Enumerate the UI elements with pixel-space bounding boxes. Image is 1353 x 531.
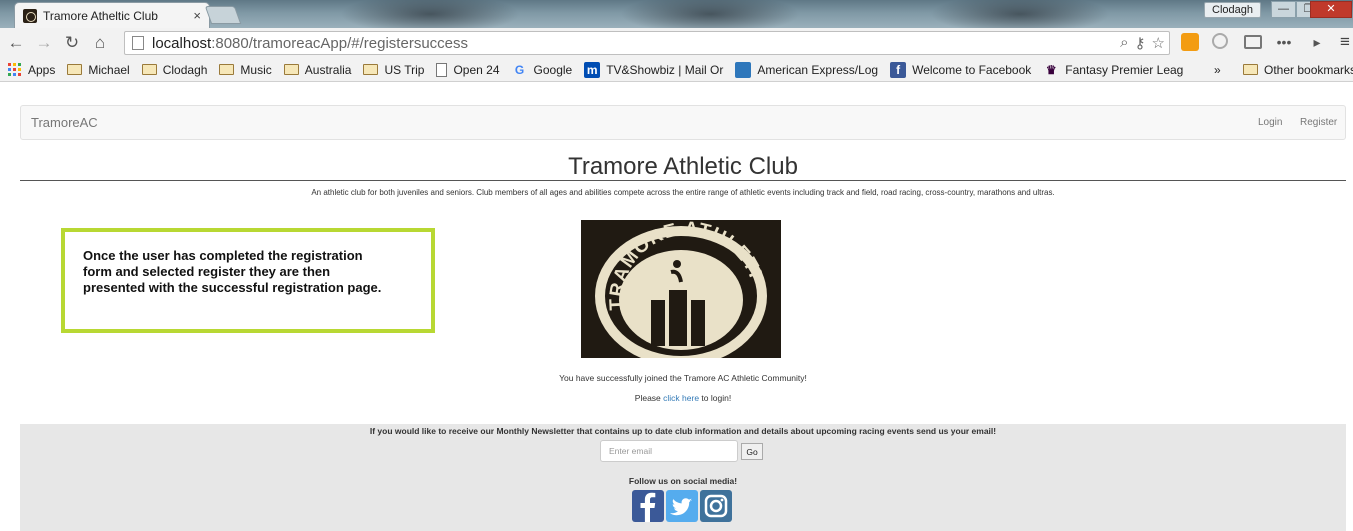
- tab-close-icon[interactable]: ×: [193, 8, 201, 23]
- bookmark-label: Google: [533, 62, 573, 77]
- bookmark-label: Apps: [28, 62, 56, 77]
- go-button[interactable]: Go: [741, 443, 763, 460]
- bookmark-label: Other bookmarks: [1264, 62, 1353, 77]
- folder-icon: [219, 64, 235, 75]
- mail-online-icon: m: [584, 61, 601, 78]
- browser-tab[interactable]: Tramore Atheltic Club ×: [14, 2, 210, 28]
- home-button[interactable]: ⌂: [88, 31, 112, 55]
- club-logo: TRAMORE ATHLETIC CLUB: [581, 220, 781, 358]
- google-icon: G: [514, 62, 525, 77]
- browser-toolbar: ← → ↻ ⌂ localhost:8080/tramoreacApp/#/re…: [0, 28, 1353, 58]
- register-link[interactable]: Register: [1300, 117, 1337, 128]
- bookmark-open-24[interactable]: Open 24: [436, 62, 500, 77]
- bookmark-mail-online[interactable]: m TV&Showbiz | Mail Or: [584, 61, 724, 78]
- bookmark-label: American Express/Log: [757, 62, 879, 77]
- bookmark-label: US Trip: [384, 62, 425, 77]
- page-title: Tramore Athletic Club: [568, 153, 798, 180]
- bookmark-google[interactable]: G Google: [512, 62, 573, 78]
- zoom-icon[interactable]: ⌕: [1120, 34, 1128, 52]
- tab-title: Tramore Atheltic Club: [43, 8, 158, 23]
- cast-icon[interactable]: [1244, 35, 1262, 49]
- login-link[interactable]: Login: [1258, 117, 1282, 128]
- bookmark-us-trip[interactable]: US Trip: [363, 63, 424, 77]
- bookmark-label: Michael: [88, 62, 130, 77]
- url-text: localhost:8080/tramoreacApp/#/registersu…: [152, 35, 468, 52]
- login-suffix: to login!: [699, 393, 732, 403]
- annotation-text: Once the user has completed the registra…: [83, 248, 382, 295]
- url-host: localhost: [152, 34, 212, 52]
- media-icon[interactable]: ▸: [1308, 33, 1326, 51]
- login-prompt: Please click here to login!: [0, 393, 1353, 403]
- success-message: You have successfully joined the Tramore…: [559, 373, 807, 383]
- background-decoration: [620, 0, 800, 28]
- forward-button[interactable]: →: [32, 31, 56, 55]
- folder-icon: [1243, 64, 1258, 75]
- facebook-icon[interactable]: [632, 490, 664, 522]
- page-icon: [132, 36, 144, 50]
- site-footer: If you would like to receive our Monthly…: [20, 424, 1346, 531]
- bookmark-clodagh[interactable]: Clodagh: [141, 62, 208, 77]
- extension-icon[interactable]: [1181, 33, 1199, 51]
- window-titlebar: Tramore Atheltic Club × Clodagh — ❐ ✕: [0, 0, 1353, 28]
- extension-circle-icon[interactable]: [1212, 33, 1228, 49]
- bookmark-facebook[interactable]: f Welcome to Facebook: [890, 61, 1032, 78]
- bookmarks-bar: Apps Michael Clodagh Music Australia US …: [0, 58, 1353, 82]
- annotation-callout: Once the user has completed the registra…: [61, 228, 435, 333]
- email-input[interactable]: [600, 440, 738, 462]
- amex-icon: [735, 61, 752, 78]
- page-icon: [436, 62, 448, 77]
- bookmark-label: Clodagh: [162, 62, 208, 77]
- address-bar[interactable]: localhost:8080/tramoreacApp/#/registersu…: [124, 31, 1170, 55]
- instagram-icon[interactable]: [700, 490, 732, 522]
- site-navbar: TramoreAC Login Register: [20, 105, 1346, 140]
- bookmark-other[interactable]: Other bookmarks: [1243, 63, 1353, 77]
- browser-menu-icon[interactable]: ≡: [1336, 33, 1353, 51]
- bookmark-fantasy-premier[interactable]: ♛ Fantasy Premier Leag: [1043, 62, 1183, 78]
- apps-grid-icon: [8, 62, 22, 77]
- facebook-icon: f: [890, 61, 907, 78]
- bookmark-amex[interactable]: American Express/Log: [735, 61, 879, 78]
- folder-icon: [363, 64, 379, 75]
- url-path: :8080/tramoreacApp/#/registersuccess: [211, 34, 468, 52]
- folder-icon: [283, 64, 299, 75]
- page-content: TramoreAC Login Register Tramore Athleti…: [0, 83, 1353, 531]
- folder-icon: [67, 64, 83, 75]
- back-button[interactable]: ←: [4, 31, 28, 55]
- bookmark-label: Welcome to Facebook: [912, 62, 1032, 77]
- key-icon[interactable]: ⚷: [1135, 34, 1146, 52]
- more-dots-icon[interactable]: •••: [1275, 33, 1293, 51]
- minimize-button[interactable]: —: [1271, 1, 1296, 18]
- bookmark-label: Open 24: [453, 62, 500, 77]
- bookmark-label: Australia: [304, 62, 352, 77]
- premier-league-icon: ♛: [1045, 62, 1057, 77]
- click-here-link[interactable]: click here: [663, 393, 699, 403]
- bookmark-label: Fantasy Premier Leag: [1065, 62, 1184, 77]
- new-tab-button[interactable]: [204, 6, 242, 24]
- follow-heading: Follow us on social media!: [628, 476, 738, 486]
- twitter-icon[interactable]: [666, 490, 698, 522]
- newsletter-text: If you would like to receive our Monthly…: [369, 426, 997, 436]
- close-window-button[interactable]: ✕: [1310, 1, 1352, 18]
- navbar-brand[interactable]: TramoreAC: [31, 115, 98, 130]
- bookmark-apps[interactable]: Apps: [0, 62, 56, 77]
- background-decoration: [340, 0, 520, 28]
- bookmarks-overflow[interactable]: »: [1214, 63, 1221, 77]
- club-intro: An athletic club for both juveniles and …: [311, 188, 1055, 197]
- title-divider: [20, 180, 1346, 181]
- background-decoration: [930, 0, 1110, 28]
- bookmark-music[interactable]: Music: [219, 62, 272, 77]
- reload-button[interactable]: ↻: [60, 31, 84, 55]
- login-prefix: Please: [634, 393, 664, 403]
- profile-button[interactable]: Clodagh: [1204, 2, 1261, 18]
- bookmark-australia[interactable]: Australia: [283, 62, 352, 77]
- site-favicon-icon: [23, 8, 37, 23]
- bookmark-michael[interactable]: Michael: [67, 62, 130, 77]
- bookmark-star-icon[interactable]: ☆: [1152, 34, 1165, 52]
- folder-icon: [141, 64, 157, 75]
- bookmark-label: Music: [240, 62, 272, 77]
- bookmark-label: TV&Showbiz | Mail Or: [606, 62, 724, 77]
